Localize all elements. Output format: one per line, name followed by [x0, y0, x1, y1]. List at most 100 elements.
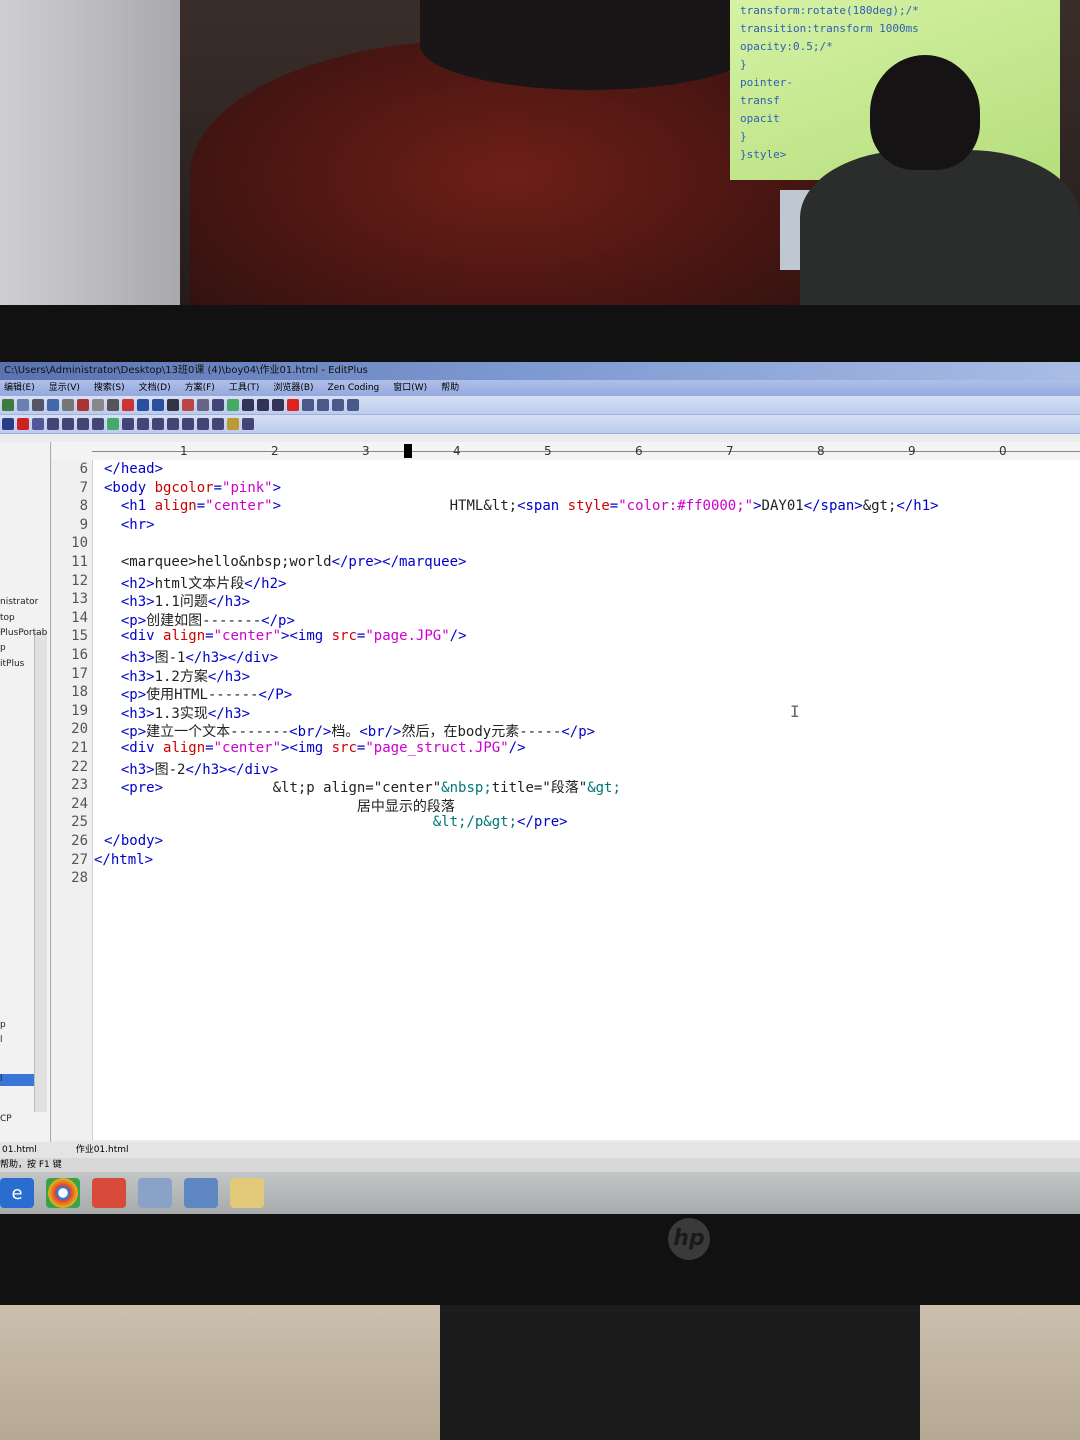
code-line: <h3>1.1问题</h3>	[104, 591, 250, 611]
code-token: 1.3实现	[154, 705, 208, 722]
replace-icon[interactable]	[182, 399, 194, 411]
undo-icon[interactable]	[137, 399, 149, 411]
code-token: html文本片段	[154, 575, 245, 592]
layout2-icon[interactable]	[257, 399, 269, 411]
menu-item[interactable]: Zen Coding	[328, 383, 380, 393]
window-title: C:\Users\Administrator\Desktop\13班0课 (4)…	[0, 362, 1080, 380]
directory-item[interactable]: p	[0, 1020, 6, 1030]
goto-icon[interactable]	[197, 399, 209, 411]
comment-icon[interactable]	[167, 418, 179, 430]
file-tab-2[interactable]: 作业01.html	[76, 1145, 129, 1155]
code-editor[interactable]: I 6 </head> 7 <body bgcolor="pink"> 8 <h1 al…	[52, 460, 1080, 1140]
directory-item[interactable]: nistrator	[0, 597, 38, 607]
window2-icon[interactable]	[317, 399, 329, 411]
code-token: &lt;p align="center"	[163, 780, 442, 797]
preview-icon[interactable]	[62, 399, 74, 411]
taskbar: e	[0, 1172, 1080, 1214]
code-token: <br/>	[359, 724, 402, 741]
anchor-icon[interactable]	[122, 418, 134, 430]
directory-item[interactable]: PlusPortab	[0, 628, 47, 638]
code-token: <div	[120, 740, 164, 756]
form-icon[interactable]	[152, 418, 164, 430]
menu-item[interactable]: 文档(D)	[139, 383, 171, 393]
directory-item[interactable]: itPlus	[0, 659, 24, 669]
ie-icon[interactable]: e	[0, 1178, 34, 1208]
code-token: 图-2	[154, 761, 186, 778]
code-token: </head>	[104, 461, 164, 477]
paragraph-icon[interactable]	[77, 418, 89, 430]
code-token: &nbsp;	[441, 780, 492, 797]
code-token: src	[331, 740, 357, 756]
window-icon[interactable]	[302, 399, 314, 411]
open-icon[interactable]	[17, 399, 29, 411]
file-tab-bar: 01.html 作业01.html	[0, 1142, 1080, 1158]
br-icon[interactable]	[62, 418, 74, 430]
menu-item[interactable]: 工具(T)	[229, 383, 260, 393]
font-icon[interactable]	[227, 399, 239, 411]
menu-item[interactable]: 浏览器(B)	[273, 383, 313, 393]
find-icon[interactable]	[167, 399, 179, 411]
hp-logo: hp	[668, 1218, 710, 1260]
layout3-icon[interactable]	[272, 399, 284, 411]
code-token: "center"	[213, 740, 282, 756]
directory-item[interactable]: CP	[0, 1114, 12, 1124]
table-icon[interactable]	[32, 418, 44, 430]
code-token: </h3>	[207, 705, 251, 722]
file-tab-1[interactable]: 01.html	[2, 1145, 37, 1155]
line-number: 15	[71, 628, 88, 645]
menu-item[interactable]: 方案(F)	[185, 383, 215, 393]
code-line: </head>	[104, 461, 163, 477]
color-picker-icon[interactable]	[227, 418, 239, 430]
save-icon[interactable]	[32, 399, 44, 411]
menu-item[interactable]: 编辑(E)	[4, 383, 35, 393]
hr-icon[interactable]	[92, 418, 104, 430]
nbsp-icon[interactable]	[47, 418, 59, 430]
directory-item[interactable]: l	[0, 1074, 3, 1084]
person-student	[800, 150, 1080, 310]
script-icon[interactable]	[212, 418, 224, 430]
indent-icon[interactable]	[212, 399, 224, 411]
check-icon[interactable]	[287, 399, 299, 411]
projector-line: transition:transform 1000ms	[740, 22, 919, 35]
cut-icon[interactable]	[77, 399, 89, 411]
span-icon[interactable]	[197, 418, 209, 430]
code-token: DAY01	[761, 498, 804, 515]
redo-icon[interactable]	[152, 399, 164, 411]
line-number: 21	[71, 740, 88, 756]
print-icon[interactable]	[47, 399, 59, 411]
directory-item[interactable]: top	[0, 613, 15, 623]
directory-item[interactable]: p	[0, 643, 6, 653]
panel-scrollbar[interactable]	[34, 632, 47, 1112]
directory-panel: nistratortopPlusPortabpitPluspllCPpp.js	[0, 442, 51, 1152]
help-icon[interactable]	[347, 399, 359, 411]
app-icon[interactable]	[138, 1178, 172, 1208]
code-token: <span	[517, 498, 568, 515]
underline-icon[interactable]	[2, 418, 14, 430]
directory-item[interactable]: l	[0, 1035, 3, 1045]
code-token: HTML&lt;	[281, 498, 518, 515]
line-number: 25	[71, 814, 88, 831]
list-icon[interactable]	[137, 418, 149, 430]
line-number: 8	[79, 498, 88, 515]
menu-item[interactable]: 显示(V)	[49, 383, 80, 393]
delete-icon[interactable]	[122, 399, 134, 411]
copy-icon[interactable]	[92, 399, 104, 411]
menu-item[interactable]: 搜索(S)	[94, 383, 125, 393]
network-icon[interactable]	[184, 1178, 218, 1208]
chrome-icon[interactable]	[46, 1178, 80, 1208]
paste-icon[interactable]	[107, 399, 119, 411]
preview-browser-icon[interactable]	[242, 418, 254, 430]
folder-icon[interactable]	[230, 1178, 264, 1208]
code-token: "page.JPG"	[365, 628, 450, 645]
menu-item[interactable]: 窗口(W)	[393, 383, 427, 393]
image-icon[interactable]	[107, 418, 119, 430]
window3-icon[interactable]	[332, 399, 344, 411]
new-file-icon[interactable]	[2, 399, 14, 411]
code-line: <p>建立一个文本-------<br/>档。<br/>然后，在body元素--…	[104, 721, 595, 741]
layout-icon[interactable]	[242, 399, 254, 411]
menu-item[interactable]: 帮助	[441, 383, 459, 393]
font-color-icon[interactable]	[17, 418, 29, 430]
div-icon[interactable]	[182, 418, 194, 430]
editplus-icon[interactable]	[92, 1178, 126, 1208]
